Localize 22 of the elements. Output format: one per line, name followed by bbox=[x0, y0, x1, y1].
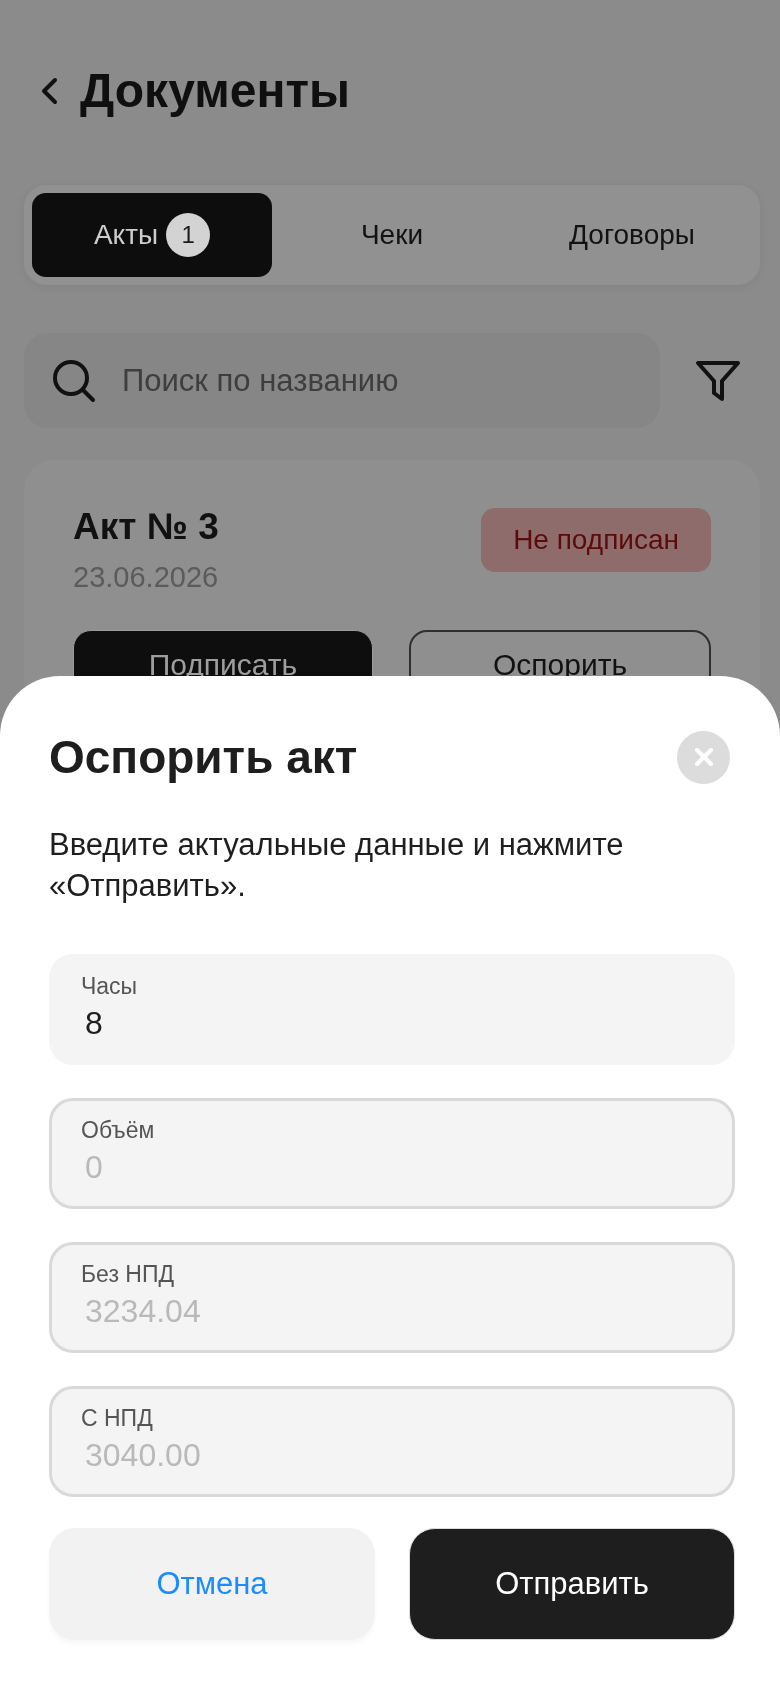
field-label: Без НПД bbox=[81, 1260, 175, 1288]
search-input[interactable]: Поиск по названию bbox=[122, 361, 422, 400]
document-title: Акт № 3 bbox=[73, 505, 219, 549]
instruction-text: Введите актуальные данные и нажмите «Отправить». bbox=[49, 826, 625, 905]
sheet-title: Оспорить акт bbox=[49, 730, 358, 785]
search-icon bbox=[52, 358, 96, 403]
funnel-icon[interactable] bbox=[695, 359, 741, 402]
count-badge: 1 bbox=[166, 213, 211, 257]
tab[interactable]: Чеки bbox=[272, 193, 512, 277]
tab[interactable]: Договоры bbox=[512, 193, 752, 277]
search-field[interactable]: Поиск по названию bbox=[24, 333, 660, 428]
chevron-left-icon[interactable] bbox=[40, 77, 58, 105]
status-badge: Не подписан bbox=[481, 508, 711, 572]
field-label: Объём bbox=[81, 1116, 155, 1144]
text-field[interactable]: Часы 8 bbox=[49, 954, 735, 1065]
value-input[interactable]: 8 bbox=[85, 1004, 645, 1042]
page-title: Документы bbox=[80, 63, 350, 119]
tab[interactable]: Акты 1 bbox=[32, 193, 272, 277]
field-label: С НПД bbox=[81, 1404, 153, 1432]
close-icon bbox=[694, 748, 713, 766]
field-label: Часы bbox=[81, 972, 138, 1000]
submit-button[interactable]: Отправить bbox=[409, 1528, 735, 1640]
